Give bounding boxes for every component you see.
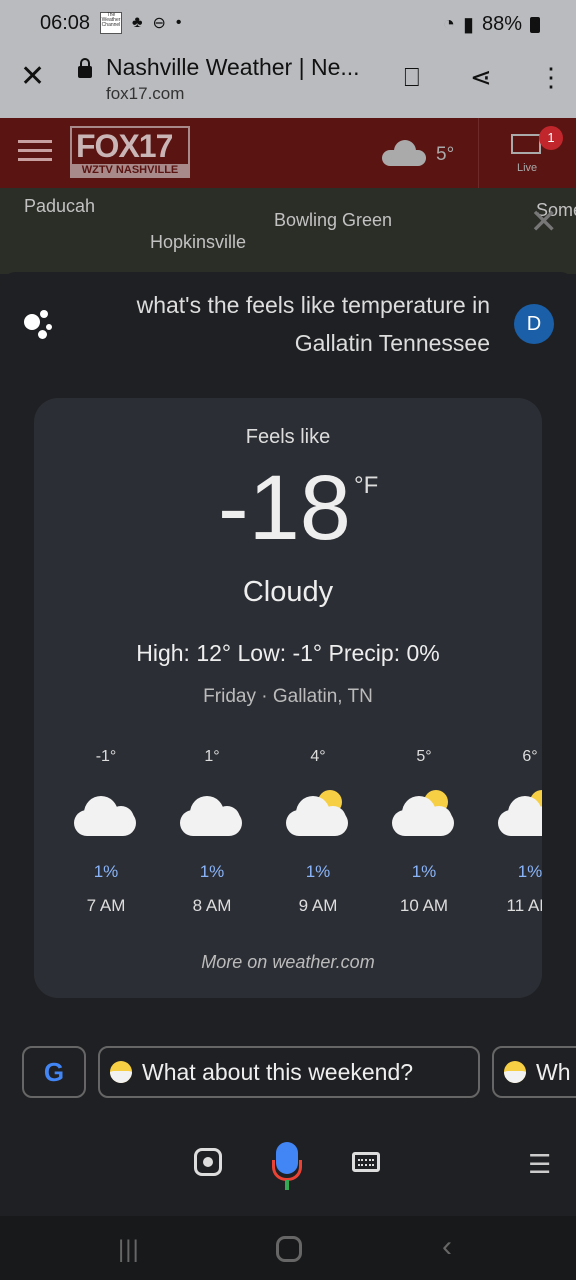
- dot-icon: •: [175, 14, 182, 31]
- live-button[interactable]: 1 Live: [478, 118, 576, 188]
- cloud-icon: [180, 790, 244, 838]
- microphone-stand: [272, 1160, 302, 1181]
- high-low-precip: High: 12° Low: -1° Precip: 0%: [136, 640, 440, 666]
- logo-text: FOX17: [76, 128, 173, 164]
- hour-temp: 5°: [416, 748, 432, 765]
- system-nav-bar: ||| ‹: [0, 1216, 576, 1280]
- suggestion-chip-weekend[interactable]: What about this weekend?: [98, 1046, 480, 1098]
- hour-column: 6° 1% 11 AM: [480, 748, 542, 916]
- feels-like-temp: -18: [218, 457, 351, 559]
- do-not-disturb-icon: ⊖: [152, 15, 166, 32]
- hour-time: 10 AM: [399, 896, 449, 915]
- weather-card[interactable]: Feels like -18 °F Cloudy High: 12° Low: …: [34, 398, 542, 998]
- map-close-icon[interactable]: ✕: [530, 202, 559, 242]
- share-icon[interactable]: ⋖: [470, 62, 492, 92]
- back-icon[interactable]: ‹: [442, 1230, 452, 1264]
- avatar[interactable]: D: [514, 304, 554, 344]
- signal-icon: ▮: [462, 14, 474, 36]
- temp-unit: °F: [354, 472, 379, 499]
- battery-percent: 88%: [481, 13, 522, 35]
- hour-column: -1° 1% 7 AM: [56, 748, 156, 916]
- close-tab-icon[interactable]: ✕: [20, 62, 45, 92]
- assistant-panel: what's the feels like temperature in Gal…: [0, 272, 576, 1112]
- hour-column: 5° 1% 10 AM: [374, 748, 474, 916]
- wifi-icon: ◔: [442, 13, 455, 35]
- hour-time: 9 AM: [298, 896, 338, 915]
- page-url[interactable]: fox17.com: [106, 84, 184, 104]
- app-notification-icon: ♣: [132, 14, 143, 31]
- weather-condition: Cloudy: [242, 576, 334, 608]
- page-title[interactable]: Nashville Weather | Ne...: [106, 54, 360, 81]
- list-menu-icon[interactable]: ☰: [528, 1151, 551, 1177]
- partly-cloudy-icon: [392, 790, 456, 838]
- google-icon: G: [43, 1056, 65, 1087]
- hour-precip: 1%: [305, 862, 331, 881]
- status-bar: 06:08 The Weather Channel ♣ ⊖ • ◔ ▮ 88%: [0, 0, 576, 46]
- hamburger-menu-icon[interactable]: [18, 140, 52, 167]
- hour-time: 11 AM: [506, 896, 542, 915]
- logo-subtext: WZTV NASHVILLE: [72, 164, 188, 176]
- microphone-stem: [285, 1180, 289, 1190]
- recent-apps-icon[interactable]: |||: [118, 1236, 140, 1264]
- map-label: Hopkinsville: [150, 232, 247, 252]
- chip-label: What about this weekend?: [142, 1058, 414, 1085]
- keyboard-icon[interactable]: [352, 1152, 380, 1172]
- map-label: Bowling Green: [274, 210, 393, 230]
- live-tv-icon: [511, 134, 541, 154]
- weather-map[interactable]: Paducah Bowling Green Hopkinsville Some …: [0, 188, 576, 274]
- more-options-icon[interactable]: ⋮: [538, 62, 564, 92]
- lens-icon[interactable]: [194, 1148, 222, 1176]
- cloud-icon: [74, 790, 138, 838]
- live-badge: 1: [539, 126, 563, 150]
- more-on-weather-link[interactable]: More on weather.com: [34, 952, 542, 973]
- assistant-dots-icon: [24, 310, 58, 339]
- suggestion-chip-next[interactable]: Wh: [492, 1046, 576, 1098]
- hour-precip: 1%: [93, 862, 119, 881]
- chip-label: Wh: [536, 1058, 571, 1085]
- hour-column: 1° 1% 8 AM: [162, 748, 262, 916]
- partly-cloudy-icon: [498, 790, 542, 838]
- user-query: what's the feels like temperature in Gal…: [136, 292, 490, 356]
- assistant-input-bar: ☰: [0, 1112, 576, 1216]
- hour-temp: 4°: [310, 748, 326, 765]
- feels-like-heading: Feels like: [245, 426, 331, 448]
- partly-cloudy-icon: [504, 1061, 526, 1083]
- battery-icon: [530, 16, 540, 33]
- suggestion-chips: G What about this weekend? Wh: [22, 1046, 576, 1102]
- hour-time: 8 AM: [192, 896, 232, 915]
- hourly-forecast[interactable]: -1° 1% 7 AM 1° 1% 8 AM 4° 1% 9 AM 5° 1%: [34, 748, 542, 928]
- site-header: FOX17 WZTV NASHVILLE 5° 1 Live: [0, 118, 576, 188]
- hour-column: 4° 1% 9 AM: [268, 748, 368, 916]
- day-location: Friday · Gallatin, TN: [203, 686, 373, 707]
- partly-cloudy-icon: [110, 1061, 132, 1083]
- notification-icons: The Weather Channel ♣ ⊖ •: [100, 12, 182, 34]
- google-search-chip[interactable]: G: [22, 1046, 86, 1098]
- cloud-icon: [382, 140, 426, 166]
- live-label: Live: [517, 162, 538, 174]
- lock-icon: [78, 58, 92, 78]
- map-label: Paducah: [24, 196, 96, 216]
- hour-time: 7 AM: [86, 896, 126, 915]
- partly-cloudy-icon: [286, 790, 350, 838]
- hour-temp: 6°: [522, 748, 538, 765]
- hour-precip: 1%: [199, 862, 225, 881]
- hour-temp: 1°: [204, 748, 220, 765]
- hour-temp: -1°: [95, 748, 117, 765]
- hour-precip: 1%: [517, 862, 542, 881]
- home-icon[interactable]: [276, 1236, 302, 1262]
- hour-precip: 1%: [411, 862, 437, 881]
- status-time: 06:08: [40, 12, 91, 34]
- bookmark-icon[interactable]: ⎕: [404, 62, 420, 92]
- browser-toolbar: ✕ Nashville Weather | Ne... fox17.com ⎕ …: [0, 46, 576, 118]
- system-icons: ◔ ▮ 88%: [443, 12, 540, 37]
- weather-channel-icon: The Weather Channel: [100, 12, 122, 34]
- site-temperature[interactable]: 5°: [436, 144, 454, 166]
- fox17-logo[interactable]: FOX17 WZTV NASHVILLE: [70, 126, 190, 178]
